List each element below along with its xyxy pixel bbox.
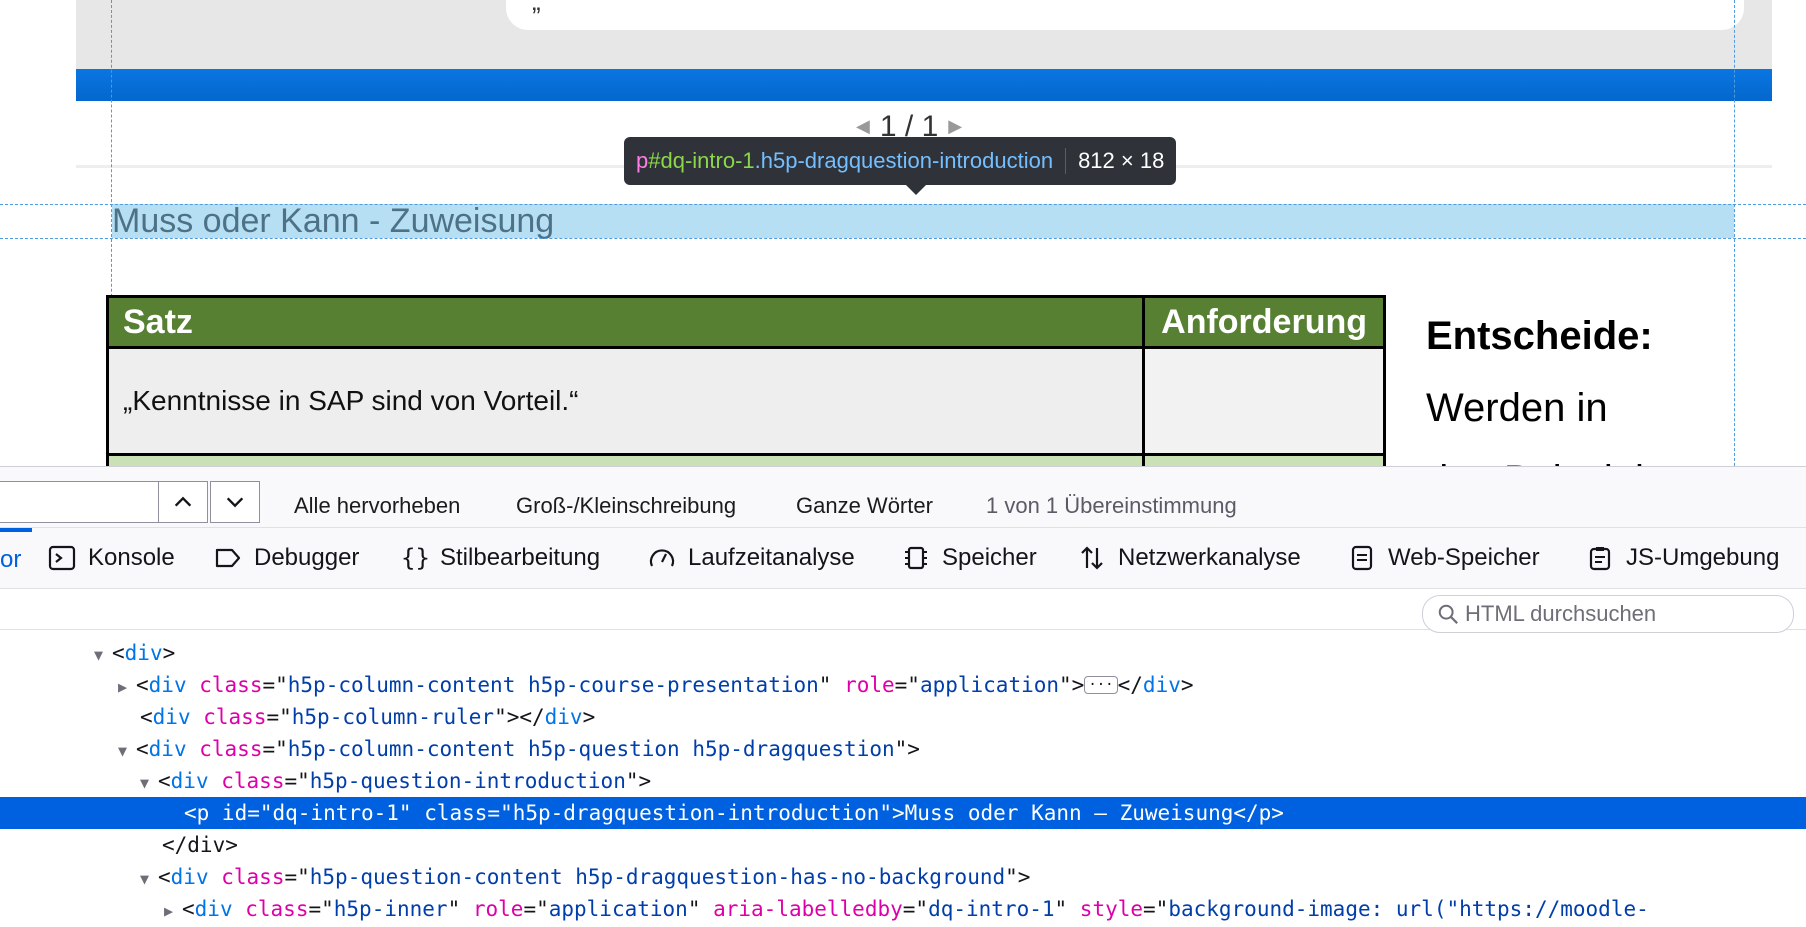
introduction-text: Muss oder Kann - Zuweisung xyxy=(112,202,555,240)
guide-line-top xyxy=(0,204,1806,205)
ellipsis-icon[interactable]: ··· xyxy=(1084,676,1118,694)
markup-node[interactable]: ▼ <div class="h5p-question-content h5p-dr… xyxy=(0,861,1806,893)
collapsed-icon[interactable]: ▶ xyxy=(118,671,136,703)
highlighted-introduction: Muss oder Kann - Zuweisung xyxy=(112,204,1734,238)
element-tooltip: p #dq-intro-1 .h5p-dragquestion-introducti… xyxy=(624,137,1177,195)
devtools-tabbar: or Konsole Debugger {} Stilbearbeitung L… xyxy=(0,528,1806,589)
selected-node-text: <p id="dq-intro-1" class="h5p-dragquesti… xyxy=(184,801,1284,825)
find-next-button[interactable] xyxy=(210,481,260,523)
selected-markup-node[interactable]: <p id="dq-intro-1" class="h5p-dragquesti… xyxy=(0,797,1806,829)
progress-bar[interactable] xyxy=(76,69,1772,101)
expanded-icon[interactable]: ▼ xyxy=(140,767,158,799)
markup-node[interactable]: <div class="h5p-column-ruler"></div> xyxy=(0,701,1806,733)
side-instructions: Entscheide: Werden in den Beispiel xyxy=(1426,300,1653,466)
tab-label: Konsole xyxy=(88,544,175,571)
table-row-next xyxy=(105,453,1146,466)
task-table: Satz Anforderung „Kenntnisse in SAP sind… xyxy=(105,295,1386,466)
page-viewport: „ “ ◀ 1 / 1 ▶ Muss oder Kann - Zuweisung p… xyxy=(0,0,1806,466)
tab-performance[interactable]: Laufzeitanalyse xyxy=(648,528,855,588)
table-row-next-cell xyxy=(1142,453,1386,466)
markup-node[interactable]: ▼ <div> xyxy=(0,637,1806,669)
markup-node[interactable]: </div> xyxy=(0,829,1806,861)
markup-node[interactable]: ▼ <div class="h5p-question-introduction"> xyxy=(0,765,1806,797)
tab-label: JS-Umgebung xyxy=(1626,544,1780,571)
expanded-icon[interactable]: ▼ xyxy=(118,735,136,767)
guide-line-right xyxy=(1734,0,1735,466)
tab-label: Speicher xyxy=(942,544,1037,571)
markup-node[interactable]: ▶ <div class="h5p-column-content h5p-cour… xyxy=(0,669,1806,701)
side-heading: Entscheide: xyxy=(1426,314,1653,358)
console-icon xyxy=(48,545,76,571)
collapsed-icon[interactable]: ▶ xyxy=(164,895,182,927)
side-line-1: Werden in xyxy=(1426,386,1608,430)
table-header-anforderung: Anforderung xyxy=(1142,295,1386,349)
match-count: 1 von 1 Übereinstimmung xyxy=(986,493,1237,518)
up-down-arrows-icon xyxy=(1081,546,1103,570)
tab-memory[interactable]: Speicher xyxy=(902,528,1037,588)
chevron-down-icon xyxy=(226,497,244,508)
tooltip-separator xyxy=(1065,148,1067,174)
whole-words-option[interactable]: Ganze Wörter xyxy=(796,493,933,519)
devtools-panel: Alle hervorheben Groß-/Kleinschreibung G… xyxy=(0,466,1806,927)
answer-snippet: „ “ xyxy=(532,0,557,16)
tab-label: Laufzeitanalyse xyxy=(688,544,855,571)
tooltip-id: #dq-intro-1 xyxy=(648,148,755,173)
memory-chip-icon xyxy=(905,546,927,570)
find-previous-button[interactable] xyxy=(158,481,208,523)
tooltip-tag: p xyxy=(636,148,649,173)
match-case-option[interactable]: Groß-/Kleinschreibung xyxy=(516,493,736,519)
tab-storage[interactable]: Web-Speicher xyxy=(1348,528,1540,588)
table-cell-sentence: „Kenntnisse in SAP sind von Vorteil.“ xyxy=(105,346,1146,456)
tab-label: Debugger xyxy=(254,544,360,571)
tooltip-class: .h5p-dragquestion-introduction xyxy=(754,148,1054,173)
tab-label: Netzwerkanalyse xyxy=(1118,544,1301,571)
svg-text:{}: {} xyxy=(401,544,428,572)
tooltip-size: 812 × 18 xyxy=(1078,148,1165,173)
highlight-all-option[interactable]: Alle hervorheben xyxy=(294,493,460,519)
inspector-toolbar: HTML durchsuchen xyxy=(0,589,1806,633)
markup-node[interactable]: ▶ <div class="h5p-inner" role="applicatio… xyxy=(0,893,1806,925)
active-tab-indicator xyxy=(0,528,32,532)
table-header-satz: Satz xyxy=(105,295,1146,349)
previous-slide-icon[interactable]: ◀ xyxy=(856,116,870,136)
tab-style-editor[interactable]: {} Stilbearbeitung xyxy=(400,528,600,588)
expanded-icon[interactable]: ▼ xyxy=(94,639,112,671)
tab-label: Stilbearbeitung xyxy=(440,544,601,571)
guide-line-bottom xyxy=(0,238,1806,239)
find-bar: Alle hervorheben Groß-/Kleinschreibung G… xyxy=(0,467,1806,528)
find-input[interactable] xyxy=(0,481,159,523)
side-line-2: den Beispiel xyxy=(1426,444,1653,466)
debugger-icon xyxy=(215,548,241,568)
tab-debugger[interactable]: Debugger xyxy=(214,528,359,588)
clipboard-icon xyxy=(1589,547,1611,571)
markup-node[interactable]: ▼ <div class="h5p-column-content h5p-ques… xyxy=(0,733,1806,765)
html-search-input[interactable]: HTML durchsuchen xyxy=(1422,595,1794,633)
tab-js-environment[interactable]: JS-Umgebung xyxy=(1586,528,1779,588)
storage-icon xyxy=(1351,545,1373,571)
braces-icon: {} xyxy=(401,544,428,572)
next-slide-icon[interactable]: ▶ xyxy=(948,116,962,136)
expanded-icon[interactable]: ▼ xyxy=(140,863,158,895)
drop-zone[interactable] xyxy=(1142,346,1386,456)
answer-box: „ “ xyxy=(506,0,1744,30)
tab-inspector[interactable]: or xyxy=(0,546,21,574)
chevron-up-icon xyxy=(174,496,192,507)
search-icon xyxy=(1438,604,1458,624)
gauge-icon xyxy=(649,549,675,567)
tab-console[interactable]: Konsole xyxy=(48,528,175,588)
tab-label: Web-Speicher xyxy=(1388,544,1540,571)
tab-network[interactable]: Netzwerkanalyse xyxy=(1078,528,1301,588)
html-search-placeholder: HTML durchsuchen xyxy=(1465,601,1657,626)
